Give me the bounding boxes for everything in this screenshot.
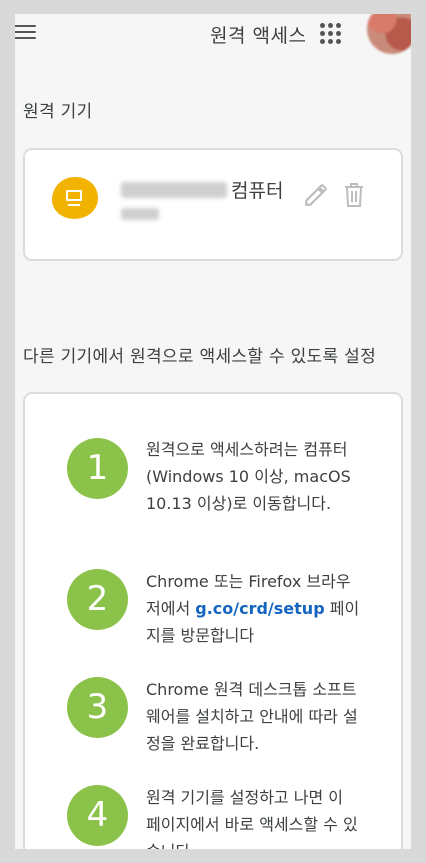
app-bar: 원격 액세스 xyxy=(15,14,411,54)
avatar[interactable] xyxy=(367,14,411,54)
step-1-number: 1 xyxy=(67,438,128,499)
apps-grid-icon[interactable] xyxy=(320,23,342,45)
step-4-number: 4 xyxy=(67,785,128,846)
menu-icon[interactable] xyxy=(15,22,36,42)
setup-steps-card: 1 원격으로 액세스하려는 컴퓨터(Windows 10 이상, macOS 1… xyxy=(23,392,403,849)
page-title: 원격 액세스 xyxy=(210,25,307,47)
remote-devices-heading: 원격 기기 xyxy=(23,102,93,122)
monitor-icon xyxy=(52,177,98,219)
step-3-text: Chrome 원격 데스크톱 소프트웨어를 설치하고 안내에 따라 설정을 완료… xyxy=(146,680,358,753)
delete-icon[interactable] xyxy=(343,182,365,208)
device-card[interactable]: 컴퓨터 xyxy=(23,148,403,261)
edit-icon[interactable] xyxy=(303,182,329,208)
setup-link[interactable]: g.co/crd/setup xyxy=(195,599,324,618)
step-2-number: 2 xyxy=(67,569,128,630)
step-1-text: 원격으로 액세스하려는 컴퓨터(Windows 10 이상, macOS 10.… xyxy=(146,440,351,513)
device-status-redacted xyxy=(121,208,159,220)
device-name: 컴퓨터 xyxy=(231,180,284,202)
step-2-text: Chrome 또는 Firefox 브라우저에서 g.co/crd/setup … xyxy=(146,568,361,649)
step-3-number: 3 xyxy=(67,677,128,738)
device-name-redacted xyxy=(121,182,227,198)
setup-heading: 다른 기기에서 원격으로 액세스할 수 있도록 설정 xyxy=(23,347,377,367)
page: 원격 액세스 원격 기기 컴퓨터 다른 기기에서 원격으로 액세스할 수 있도록… xyxy=(15,14,411,849)
step-4-text: 원격 기기를 설정하고 나면 이 페이지에서 바로 액세스할 수 있습니다. xyxy=(146,788,358,849)
